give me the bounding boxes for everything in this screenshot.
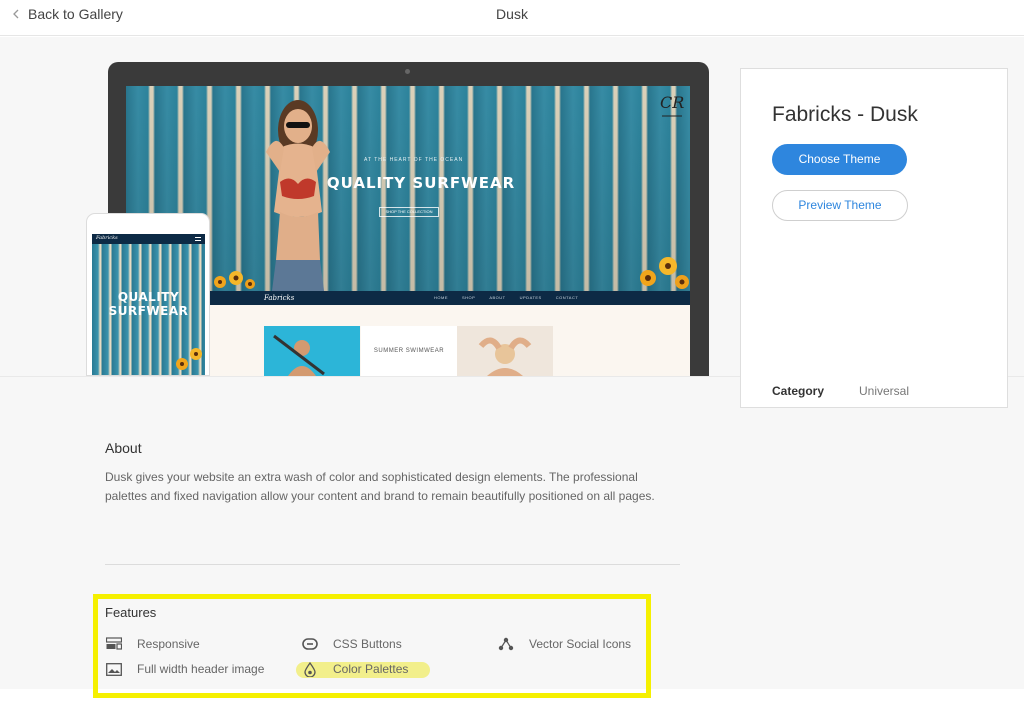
- responsive-icon: [105, 637, 123, 651]
- hero-button: SHOP THE COLLECTION: [379, 207, 439, 217]
- tile-model-image: [457, 326, 553, 376]
- preview-nav-link: HOME: [434, 295, 448, 300]
- phone-flowers: [176, 348, 202, 370]
- preview-nav-link: ABOUT: [489, 295, 506, 300]
- theme-title: Fabricks - Dusk: [772, 103, 918, 126]
- preview-theme-button[interactable]: Preview Theme: [772, 190, 908, 221]
- feature-item: Responsive: [105, 637, 200, 651]
- feature-label: Color Palettes: [333, 662, 409, 676]
- phone-hero-title: QUALITY SURFWEAR: [108, 290, 189, 318]
- preview-nav-link: CONTACT: [555, 295, 579, 300]
- features-heading: Features: [105, 605, 157, 620]
- choose-theme-button[interactable]: Choose Theme: [772, 144, 907, 175]
- laptop-screen: AT THE HEART OF THE OCEAN QUALITY SURFWE…: [126, 86, 690, 376]
- feature-item: CSS Buttons: [301, 637, 402, 651]
- phone-navbar: Fabricks: [92, 234, 205, 244]
- phone-screen: Fabricks QUALITY SURFWEAR: [92, 234, 205, 375]
- hero-tagline: AT THE HEART OF THE OCEAN: [364, 157, 464, 163]
- tile-summer-swimwear: SUMMER SWIMWEAR: [361, 326, 457, 376]
- category-value: Universal: [859, 384, 910, 398]
- flowers-right: [640, 257, 689, 289]
- feature-label: CSS Buttons: [333, 637, 402, 651]
- feature-label: Responsive: [137, 637, 200, 651]
- color-drop-icon: [301, 661, 319, 677]
- phone-brand: Fabricks: [96, 235, 118, 241]
- brand-logo-icon: CR: [660, 93, 684, 117]
- top-bar: Back to Gallery Dusk: [0, 0, 1024, 36]
- feature-item: Vector Social Icons: [497, 637, 631, 651]
- preview-nav-links: HOME SHOP ABOUT UPDATES CONTACT: [434, 295, 578, 300]
- about-divider: [105, 564, 680, 565]
- flowers-left: [214, 271, 255, 289]
- phone-mockup: Fabricks QUALITY SURFWEAR: [86, 213, 210, 376]
- feature-item: Full width header image: [105, 662, 264, 676]
- hero-title: QUALITY SURFWEAR: [326, 174, 516, 192]
- feature-item: Color Palettes: [301, 661, 409, 677]
- vector-social-icon: [497, 637, 515, 651]
- header-image-icon: [105, 662, 123, 676]
- tile-surfer-image: [264, 326, 360, 376]
- svg-text:CR: CR: [660, 93, 684, 112]
- preview-nav-link: SHOP: [462, 295, 476, 300]
- preview-brand: Fabricks: [264, 294, 295, 302]
- about-text: Dusk gives your website an extra wash of…: [105, 470, 655, 503]
- feature-label: Vector Social Icons: [529, 637, 632, 651]
- camera-dot: [405, 69, 410, 74]
- hamburger-menu-icon: [195, 237, 201, 241]
- feature-label: Full width header image: [137, 662, 265, 676]
- css-buttons-icon: [301, 637, 319, 651]
- category-label: Category: [772, 384, 825, 398]
- preview-nav-link: UPDATES: [519, 295, 542, 300]
- about-heading: About: [105, 440, 142, 456]
- preview-navbar: Fabricks HOME SHOP ABOUT UPDATES CONTACT: [126, 291, 690, 305]
- theme-card: Fabricks - Dusk Choose Theme Preview The…: [740, 68, 1008, 408]
- page-title: Dusk: [496, 6, 528, 22]
